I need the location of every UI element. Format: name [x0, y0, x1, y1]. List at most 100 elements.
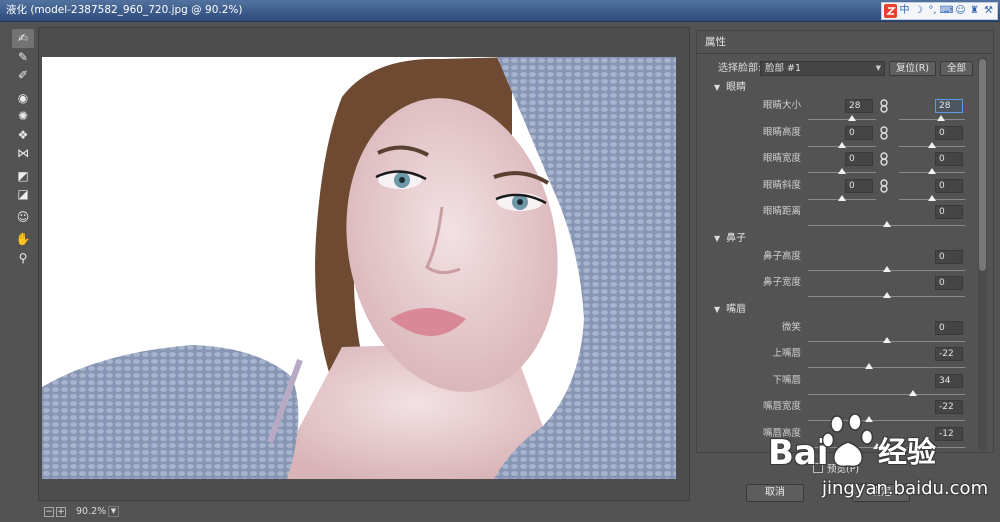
right-value-field[interactable]: 0	[935, 125, 963, 140]
zoom-out-button[interactable]: −	[44, 506, 54, 517]
sogou-logo-icon[interactable]	[884, 4, 897, 18]
wrench-icon[interactable]: ⚒	[982, 4, 995, 18]
value-slider[interactable]	[808, 265, 965, 272]
slider-thumb[interactable]	[882, 292, 891, 298]
value-slider[interactable]	[808, 389, 965, 396]
keyboard-icon[interactable]: ⌨	[940, 4, 953, 18]
slider-thumb[interactable]	[928, 194, 936, 201]
left-slider[interactable]	[808, 115, 876, 121]
link-icon[interactable]	[880, 99, 888, 113]
value-slider[interactable]	[808, 292, 965, 298]
freeze-mask-tool[interactable]: ◩	[12, 167, 34, 186]
preview-canvas-area[interactable]	[38, 27, 690, 501]
slider-thumb[interactable]	[838, 168, 846, 174]
hand-icon: ✋	[15, 232, 31, 247]
slider-row: 上嘴唇 -22	[697, 345, 976, 372]
right-slider[interactable]	[899, 115, 965, 121]
zoom-in-button[interactable]: +	[56, 506, 66, 517]
punctuation-icon[interactable]: °,	[926, 4, 939, 18]
right-slider[interactable]	[899, 168, 965, 174]
reset-button[interactable]: 复位(R)	[889, 61, 936, 76]
bloat-tool[interactable]: ❖	[12, 126, 34, 145]
preview-checkbox[interactable]: 预览(P)	[813, 461, 859, 475]
slider-thumb[interactable]	[928, 141, 936, 148]
link-icon[interactable]	[880, 125, 888, 140]
value-field[interactable]: 0	[935, 249, 963, 264]
scrollbar-thumb[interactable]	[979, 59, 986, 271]
value-field[interactable]: -22	[935, 347, 963, 361]
left-slider[interactable]	[808, 141, 876, 148]
value-slider[interactable]	[808, 221, 965, 227]
twirl-clockwise-tool[interactable]: ◉	[12, 89, 34, 108]
right-slider[interactable]	[899, 194, 965, 201]
value-field[interactable]: -22	[935, 400, 963, 414]
forward-warp-tool[interactable]: ✍	[12, 29, 34, 48]
left-slider[interactable]	[808, 194, 876, 201]
zoom-tool[interactable]: ⚲	[12, 249, 34, 268]
scrollbar[interactable]	[978, 57, 987, 451]
right-slider[interactable]	[899, 141, 965, 148]
slider-thumb[interactable]	[838, 141, 846, 148]
hand-tool[interactable]: ✋	[12, 230, 34, 249]
slider-thumb[interactable]	[865, 363, 874, 369]
value-field[interactable]: 0	[935, 320, 963, 335]
zoom-dropdown[interactable]: ▼	[108, 506, 119, 517]
value-field[interactable]: 34	[935, 373, 963, 388]
face-select-dropdown[interactable]: 脸部 #1 ▼	[760, 61, 885, 76]
face-tool[interactable]: ☺	[12, 208, 34, 227]
value-field[interactable]: 0	[935, 205, 963, 219]
section-header[interactable]: ▼ 嘴唇	[697, 301, 976, 319]
slider-thumb[interactable]	[937, 115, 946, 121]
left-value-field[interactable]: 28	[845, 99, 873, 113]
link-icon[interactable]	[880, 152, 888, 166]
user-icon[interactable]: ☺	[954, 4, 967, 18]
value-slider[interactable]	[808, 336, 965, 343]
left-value-field[interactable]: 0	[845, 178, 873, 193]
checkbox-box[interactable]	[813, 463, 823, 473]
slider-thumb[interactable]	[865, 416, 874, 422]
value-field[interactable]: -12	[935, 426, 963, 441]
value-slider[interactable]	[808, 363, 965, 369]
skin-icon[interactable]: ♜	[968, 4, 981, 18]
slider-thumb[interactable]	[928, 168, 936, 174]
ime-toolbar[interactable]: 中 ☽ °, ⌨ ☺ ♜ ⚒	[881, 2, 998, 20]
slider-row: 眼睛高度 0 0	[697, 124, 976, 151]
ok-button[interactable]: 确定	[852, 484, 910, 502]
slider-thumb[interactable]	[909, 389, 918, 396]
right-value-field[interactable]: 28	[935, 99, 963, 113]
slider-thumb[interactable]	[882, 265, 891, 272]
zoom-level[interactable]: 90.2%	[76, 506, 108, 517]
link-icon[interactable]	[880, 178, 888, 193]
section-header[interactable]: ▼ 眼睛	[697, 79, 976, 97]
cancel-button[interactable]: 取消	[746, 484, 804, 502]
left-slider[interactable]	[808, 168, 876, 174]
reconstruct-tool[interactable]: ✎	[12, 48, 34, 67]
slider-thumb[interactable]	[882, 336, 891, 343]
moon-icon[interactable]: ☽	[912, 4, 925, 18]
slider-thumb[interactable]	[873, 442, 882, 449]
left-value-field[interactable]: 0	[845, 125, 873, 140]
title-bar[interactable]: 液化 (model-2387582_960_720.jpg @ 90.2%) 中…	[0, 0, 1000, 22]
collapse-triangle-icon[interactable]: ▼	[714, 83, 720, 92]
collapse-triangle-icon[interactable]: ▼	[714, 305, 720, 314]
left-value-field[interactable]: 0	[845, 152, 873, 166]
thaw-mask-tool[interactable]: ◪	[12, 185, 34, 204]
value-field[interactable]: 0	[935, 276, 963, 290]
reconstruct-icon: ✎	[17, 49, 29, 64]
all-button[interactable]: 全部	[940, 61, 973, 76]
pucker-tool[interactable]: ✺	[12, 107, 34, 126]
value-slider[interactable]	[808, 442, 965, 449]
slider-thumb[interactable]	[847, 115, 856, 121]
right-value-field[interactable]: 0	[935, 152, 963, 166]
smooth-tool[interactable]: ✐	[12, 66, 34, 85]
slider-thumb[interactable]	[882, 221, 891, 227]
push-left-tool[interactable]: ⋈	[12, 144, 34, 163]
value-slider[interactable]	[808, 416, 965, 422]
section-header[interactable]: ▼ 鼻子	[697, 230, 976, 248]
ime-mode-label[interactable]: 中	[898, 4, 911, 18]
collapse-triangle-icon[interactable]: ▼	[714, 234, 720, 243]
smooth-icon: ✐	[17, 68, 29, 83]
right-value-field[interactable]: 0	[935, 178, 963, 193]
photo-canvas[interactable]	[42, 57, 676, 479]
slider-thumb[interactable]	[838, 194, 846, 201]
